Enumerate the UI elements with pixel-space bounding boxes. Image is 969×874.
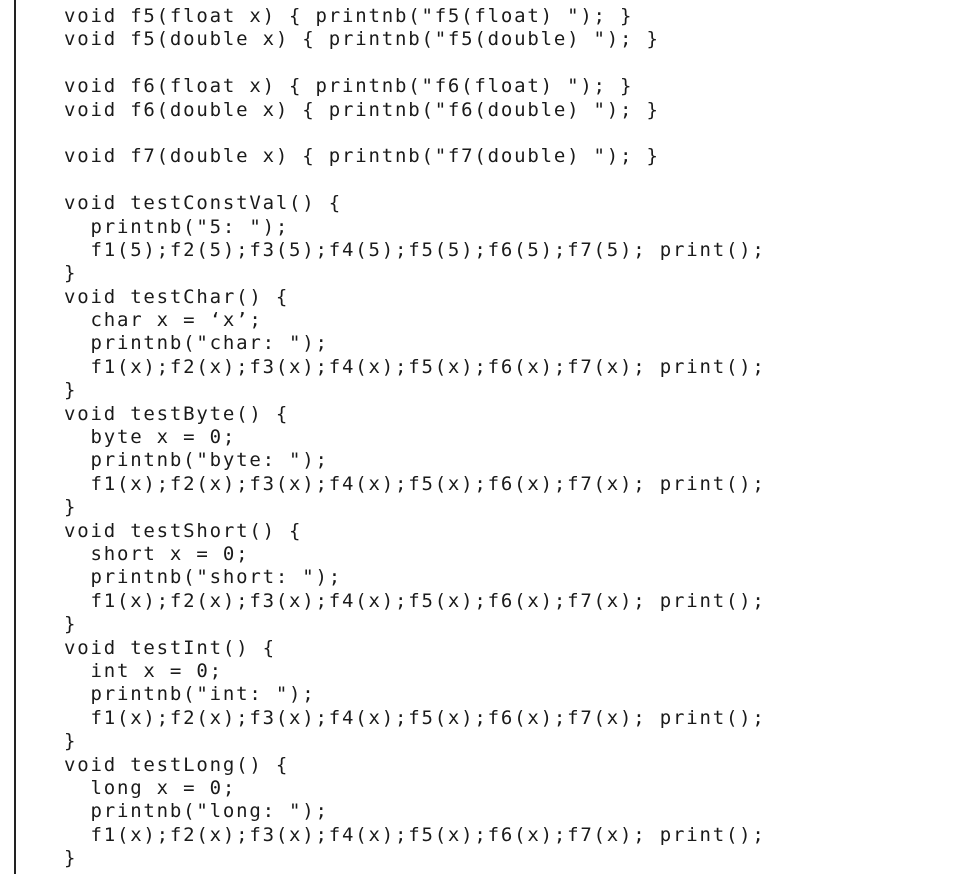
code-line: void f6(float x) { printnb("f6(float) ")…	[64, 75, 634, 98]
code-line: printnb("char: ");	[64, 332, 329, 355]
code-line: }	[64, 847, 78, 870]
code-line: }	[64, 379, 78, 402]
code-line: void testShort() {	[64, 519, 303, 542]
code-line: f1(x);f2(x);f3(x);f4(x);f5(x);f6(x);f7(x…	[64, 355, 766, 378]
code-line: void f5(float x) { printnb("f5(float) ")…	[64, 5, 634, 27]
code-line: printnb("short: ");	[64, 566, 343, 589]
code-line: printnb("int: ");	[64, 683, 316, 706]
code-line: printnb("byte: ");	[64, 449, 329, 472]
code-line: void f7(double x) { printnb("f7(double) …	[64, 145, 660, 168]
code-line: f1(x);f2(x);f3(x);f4(x);f5(x);f6(x);f7(x…	[64, 823, 766, 846]
code-line: f1(x);f2(x);f3(x);f4(x);f5(x);f6(x);f7(x…	[64, 472, 766, 495]
left-margin-rule	[14, 0, 16, 874]
code-page: void f5(float x) { printnb("f5(float) ")…	[0, 0, 969, 874]
code-line: void testChar() {	[64, 285, 290, 308]
code-line: }	[64, 262, 78, 285]
code-line: }	[64, 496, 78, 519]
code-line: void testLong() {	[64, 753, 290, 776]
code-line: int x = 0;	[64, 659, 223, 682]
code-line: printnb("long: ");	[64, 800, 329, 823]
code-line: f1(x);f2(x);f3(x);f4(x);f5(x);f6(x);f7(x…	[64, 706, 766, 729]
code-line: long x = 0;	[64, 776, 237, 799]
code-line: void testInt() {	[64, 636, 276, 659]
code-line: f1(5);f2(5);f3(5);f4(5);f5(5);f6(5);f7(5…	[64, 238, 766, 261]
code-line: printnb("5: ");	[64, 215, 290, 238]
code-line: }	[64, 730, 78, 753]
code-line: void f5(double x) { printnb("f5(double) …	[64, 28, 660, 51]
code-line: short x = 0;	[64, 542, 250, 565]
code-line: void f6(double x) { printnb("f6(double) …	[64, 98, 660, 121]
code-line: }	[64, 613, 78, 636]
code-line: char x = ‘x’;	[64, 309, 263, 332]
code-listing: void f5(float x) { printnb("f5(float) ")…	[64, 5, 766, 870]
code-line: f1(x);f2(x);f3(x);f4(x);f5(x);f6(x);f7(x…	[64, 589, 766, 612]
code-line: void testByte() {	[64, 402, 290, 425]
code-line: byte x = 0;	[64, 426, 237, 449]
code-line: void testConstVal() {	[64, 192, 343, 215]
